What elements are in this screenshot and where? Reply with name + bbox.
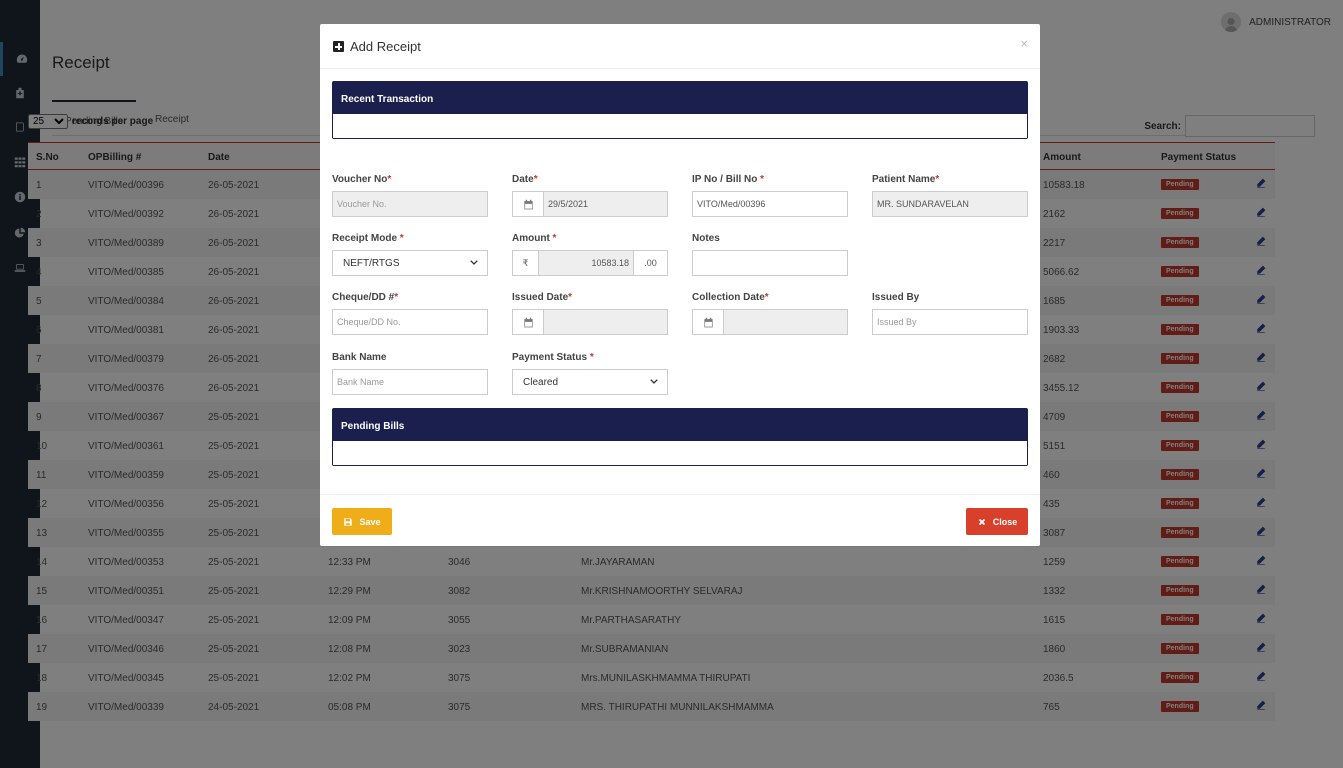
receipt-mode-select[interactable]: NEFT/RTGS — [332, 250, 488, 276]
issued-date-input[interactable] — [543, 309, 668, 335]
issued-by-label: Issued By — [872, 292, 920, 303]
calendar-icon — [703, 317, 713, 327]
recent-transaction-panel: Recent Transaction — [332, 81, 1028, 139]
currency-addon: ₹ — [512, 250, 539, 276]
required-mark: * — [394, 292, 399, 303]
amount-input[interactable]: 10583.18 — [538, 250, 634, 276]
payment-status-label: Payment Status * — [512, 352, 594, 363]
amount-label: Amount * — [512, 233, 557, 244]
bank-name-label: Bank Name — [332, 352, 387, 363]
close-icon[interactable]: × — [1020, 36, 1028, 51]
date-label: Date* — [512, 174, 538, 185]
issued-by-input[interactable]: Issued By — [872, 309, 1028, 335]
modal-header: Add Receipt × — [320, 24, 1040, 69]
receipt-mode-label: Receipt Mode * — [332, 233, 404, 244]
modal-title: Add Receipt — [333, 39, 421, 54]
required-mark: * — [387, 174, 392, 185]
notes-label: Notes — [692, 233, 720, 244]
collection-date-input[interactable] — [723, 309, 848, 335]
payment-status-select[interactable]: Cleared — [512, 369, 668, 395]
collection-date-calendar-addon[interactable] — [692, 309, 724, 335]
collection-date-label: Collection Date* — [692, 292, 769, 303]
required-mark: * — [764, 292, 769, 303]
recent-transaction-heading: Recent Transaction — [333, 82, 1027, 114]
date-input[interactable]: 29/5/2021 — [543, 191, 668, 217]
add-receipt-modal: Add Receipt × Recent Transaction Voucher… — [320, 24, 1040, 546]
floppy-disk-icon — [344, 517, 353, 526]
recent-transaction-body — [333, 114, 1027, 138]
issued-date-calendar-addon[interactable] — [512, 309, 544, 335]
required-mark: * — [533, 174, 538, 185]
close-button[interactable]: Close — [966, 508, 1028, 535]
ip-bill-input[interactable]: VITO/Med/00396 — [692, 191, 848, 217]
voucher-label: Voucher No* — [332, 174, 392, 185]
ip-bill-label: IP No / Bill No * — [692, 174, 765, 185]
required-mark: * — [568, 292, 573, 303]
close-button-label: Close — [992, 516, 1018, 527]
patient-name-input[interactable]: MR. SUNDARAVELAN — [872, 191, 1028, 217]
pending-bills-heading: Pending Bills — [333, 409, 1027, 441]
bank-name-input[interactable]: Bank Name — [332, 369, 488, 395]
required-mark: * — [935, 174, 940, 185]
cheque-input[interactable]: Cheque/DD No. — [332, 309, 488, 335]
required-mark: * — [399, 233, 404, 244]
notes-input[interactable] — [692, 250, 848, 276]
cheque-label: Cheque/DD #* — [332, 292, 399, 303]
close-icon — [978, 518, 985, 525]
amount-decimals-addon: .00 — [633, 250, 668, 276]
payment-status-value: Cleared — [523, 376, 559, 388]
required-mark: * — [760, 174, 765, 185]
plus-square-icon — [333, 41, 344, 52]
chevron-down-icon — [650, 379, 658, 384]
save-button-label: Save — [359, 516, 381, 527]
chevron-down-icon — [470, 260, 478, 265]
pending-bills-body — [333, 441, 1027, 465]
required-mark: * — [589, 352, 594, 363]
calendar-icon — [523, 199, 533, 209]
pending-bills-panel: Pending Bills — [332, 408, 1028, 466]
modal-footer: Save Close — [320, 494, 1040, 546]
modal-title-text: Add Receipt — [350, 39, 421, 54]
receipt-mode-value: NEFT/RTGS — [343, 257, 400, 269]
patient-name-label: Patient Name* — [872, 174, 940, 185]
calendar-icon — [523, 317, 533, 327]
required-mark: * — [552, 233, 557, 244]
voucher-input[interactable]: Voucher No. — [332, 191, 488, 217]
date-calendar-addon[interactable] — [512, 191, 544, 217]
save-button[interactable]: Save — [332, 508, 392, 535]
issued-date-label: Issued Date* — [512, 292, 573, 303]
